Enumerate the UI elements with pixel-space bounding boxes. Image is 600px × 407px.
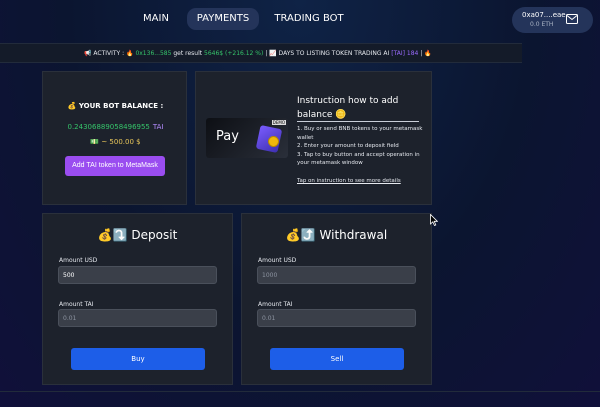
balance-amount-row: 0.24306889058496955 TAI <box>43 123 188 131</box>
instruction-step: 3. Tap to buy button and accept operatio… <box>297 151 420 167</box>
wallet-address: 0xa07....eae <box>522 11 566 19</box>
balance-amount: 0.24306889058496955 <box>67 123 150 131</box>
ticker-mid: get result <box>173 50 203 57</box>
ticker-result: 5646$ (+216.12 %) <box>204 50 264 57</box>
instruction-steps: 1. Buy or send BNB tokens to your metama… <box>297 125 425 168</box>
balance-unit: TAI <box>152 123 164 131</box>
instruction-divider <box>297 121 419 122</box>
ticker-address: 0x136...585 <box>135 50 172 57</box>
deposit-amount-tai-input[interactable] <box>58 309 217 327</box>
deposit-amount-tai-label: Amount TAI <box>59 301 94 308</box>
mail-icon <box>566 14 578 24</box>
coin-icon <box>268 136 279 147</box>
ticker-suffix: | 🔥 <box>420 50 432 57</box>
instruction-step: 2. Enter your amount to deposit field <box>297 143 399 149</box>
deposit-title: 💰⤵️ Deposit <box>97 228 178 242</box>
withdrawal-amount-tai-input[interactable] <box>257 309 416 327</box>
deposit-amount-usd-label: Amount USD <box>59 257 98 264</box>
instruction-step: 1. Buy or send BNB tokens to your metama… <box>297 126 423 141</box>
wallet-balance: 0.0 ETH <box>530 21 554 28</box>
ticker-tag: [TAI] <box>391 50 405 57</box>
footer-divider <box>0 391 600 392</box>
nav-trading-bot[interactable]: TRADING BOT <box>272 8 346 30</box>
instruction-details-link[interactable]: Tap on instruction to see more details <box>297 178 401 184</box>
ticker-days: 184 <box>406 50 419 57</box>
ticker-prefix: 📢 ACTIVITY : 🔥 <box>84 50 134 57</box>
instruction-title: Instruction how to add balance 🪙 <box>297 96 399 120</box>
balance-title: 💰 YOUR BOT BALANCE : <box>67 102 164 110</box>
deposit-amount-usd-input[interactable] <box>58 266 217 284</box>
withdrawal-amount-tai-label: Amount TAI <box>258 301 293 308</box>
withdrawal-amount-usd-label: Amount USD <box>258 257 297 264</box>
withdrawal-title: 💰⤴️ Withdrawal <box>285 228 388 242</box>
ticker-countdown: | 📈 DAYS TO LISTING TOKEN TRADING AI <box>265 50 390 57</box>
add-tai-to-metamask-button[interactable]: Add TAI token to MetaMask <box>65 156 165 176</box>
apple-pay-label: Pay <box>216 129 239 144</box>
balance-usd: 💵 ~ 500.00 $ <box>90 138 141 146</box>
deposit-card: 💰⤵️ Deposit Amount USD Amount TAI Buy <box>42 213 233 385</box>
mouse-cursor-icon <box>430 214 438 226</box>
sell-button[interactable]: Sell <box>270 348 404 370</box>
apple-pay-image: Pay DEMO <box>206 118 288 158</box>
withdrawal-amount-usd-input[interactable] <box>257 266 416 284</box>
withdrawal-card: 💰⤴️ Withdrawal Amount USD Amount TAI Sel… <box>241 213 432 385</box>
pay-tag: DEMO <box>271 120 286 125</box>
nav-payments[interactable]: PAYMENTS <box>187 8 259 30</box>
activity-ticker: 📢 ACTIVITY : 🔥 0x136...585 get result 56… <box>0 43 522 63</box>
nav-main[interactable]: MAIN <box>136 8 176 30</box>
buy-button[interactable]: Buy <box>71 348 205 370</box>
top-nav: MAIN PAYMENTS TRADING BOT 0xa07....eae 0… <box>0 0 600 40</box>
balance-card: 💰 YOUR BOT BALANCE : 0.24306889058496955… <box>42 71 187 205</box>
wallet-button[interactable]: 0xa07....eae 0.0 ETH <box>512 7 593 33</box>
instruction-card[interactable]: Pay DEMO Instruction how to add balance … <box>195 71 432 205</box>
